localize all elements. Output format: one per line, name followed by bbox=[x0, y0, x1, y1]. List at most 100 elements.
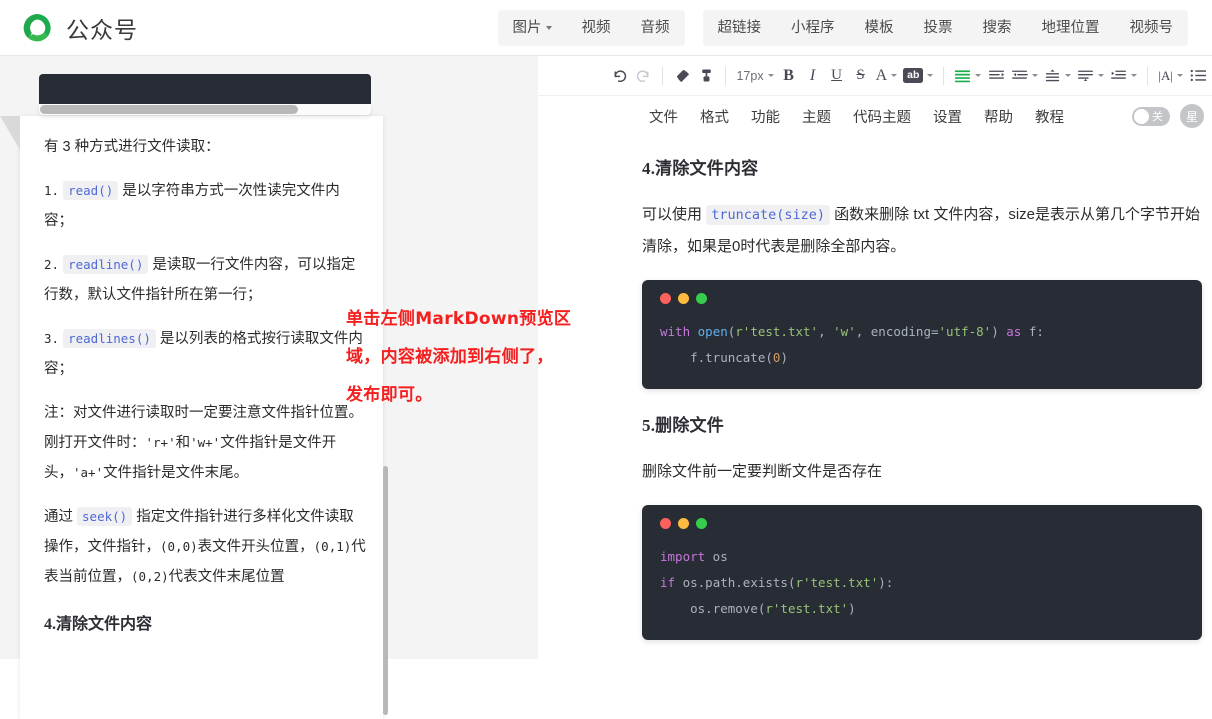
note-c: 和 bbox=[176, 435, 191, 451]
note-d: 'w+' bbox=[190, 435, 220, 450]
menu-item-search[interactable]: 搜索 bbox=[968, 10, 1027, 46]
text-indent-icon[interactable] bbox=[1107, 63, 1140, 89]
chevron-down-icon bbox=[768, 74, 774, 77]
menu-item-video[interactable]: 视频 bbox=[567, 10, 626, 46]
menu-item-audio[interactable]: 音频 bbox=[626, 10, 685, 46]
minimize-dot-icon bbox=[678, 518, 689, 529]
underline-label: U bbox=[831, 67, 842, 84]
wechat-mp-logo-icon bbox=[20, 11, 54, 45]
seek-g: (0,2) bbox=[131, 569, 169, 584]
strikethrough-button[interactable]: S bbox=[849, 63, 873, 89]
code-line: os.remove(r'test.txt') bbox=[660, 596, 1184, 622]
menu-item-tutorial[interactable]: 教程 bbox=[1024, 106, 1075, 127]
maximize-dot-icon bbox=[696, 293, 707, 304]
preview-list-item-1: 1. read() 是以字符串方式一次性读完文件内容； bbox=[44, 176, 367, 236]
note-g: 文件指针是文件末尾。 bbox=[103, 465, 248, 481]
menu-item-vote[interactable]: 投票 bbox=[909, 10, 968, 46]
line-height-icon[interactable] bbox=[1041, 63, 1074, 89]
toggle-label: 关 bbox=[1152, 108, 1163, 124]
menu-item-code-theme[interactable]: 代码主题 bbox=[842, 106, 922, 127]
list-num-2: 2. bbox=[44, 257, 59, 272]
chevron-down-icon bbox=[927, 74, 933, 77]
toolbar-divider bbox=[662, 67, 663, 85]
redo-icon[interactable] bbox=[631, 63, 655, 89]
avatar[interactable]: 星 bbox=[1180, 104, 1204, 128]
code-line: f.truncate(0) bbox=[660, 345, 1184, 371]
media-menu-group: 图片 视频 音频 bbox=[498, 10, 685, 46]
indent-increase-icon[interactable] bbox=[984, 63, 1008, 89]
code-block-1: with open(r'test.txt', 'w', encoding='ut… bbox=[642, 280, 1202, 389]
seek-code: seek() bbox=[77, 507, 132, 526]
para-1-a: 可以使用 bbox=[642, 206, 702, 223]
menu-item-format[interactable]: 格式 bbox=[689, 106, 740, 127]
dark-mode-toggle[interactable]: 关 bbox=[1132, 107, 1170, 126]
maximize-dot-icon bbox=[696, 518, 707, 529]
menu-item-help[interactable]: 帮助 bbox=[973, 106, 1024, 127]
brand: 公众号 bbox=[0, 11, 138, 45]
list-num-3: 3. bbox=[44, 331, 59, 346]
font-color-button[interactable]: A bbox=[873, 63, 901, 89]
preview-vertical-scrollbar[interactable] bbox=[383, 466, 388, 715]
letter-spacing-icon[interactable]: |A| bbox=[1155, 63, 1186, 89]
list-num-1: 1. bbox=[44, 183, 59, 198]
toggle-knob bbox=[1134, 109, 1149, 124]
menu-item-image-label: 图片 bbox=[513, 20, 542, 36]
format-brush-icon[interactable] bbox=[694, 63, 718, 89]
insert-menu-group: 超链接 小程序 模板 投票 搜索 地理位置 视频号 bbox=[703, 10, 1189, 46]
editor-menu-row: 文件 格式 功能 主题 代码主题 设置 帮助 教程 关 星 bbox=[538, 96, 1212, 136]
menu-item-location[interactable]: 地理位置 bbox=[1027, 10, 1115, 46]
chevron-down-icon bbox=[1131, 74, 1137, 77]
align-justify-icon[interactable] bbox=[951, 63, 984, 89]
underline-button[interactable]: U bbox=[825, 63, 849, 89]
annotation-line-2: 域，内容被添加到右侧了， bbox=[346, 338, 646, 376]
para-1-code: truncate(size) bbox=[706, 205, 830, 225]
italic-button[interactable]: I bbox=[801, 63, 825, 89]
codeblock-horizontal-scrollbar[interactable] bbox=[39, 104, 371, 115]
annotation-line-3: 发布即可。 bbox=[346, 376, 646, 414]
page-corner-fold bbox=[0, 116, 20, 150]
font-size-selector[interactable]: 17px bbox=[733, 63, 776, 89]
undo-icon[interactable] bbox=[607, 63, 631, 89]
preview-page[interactable]: 有 3 种方式进行文件读取： 1. read() 是以字符串方式一次性读完文件内… bbox=[20, 116, 383, 719]
menu-item-channels[interactable]: 视频号 bbox=[1115, 10, 1189, 46]
list-code-1: read() bbox=[63, 181, 118, 200]
article-paragraph-1: 可以使用 truncate(size) 函数来删除 txt 文件内容，size是… bbox=[642, 199, 1202, 262]
list-icon[interactable] bbox=[1186, 63, 1210, 89]
seek-d: 表文件开头位置， bbox=[198, 539, 314, 555]
window-dots-2 bbox=[660, 518, 1184, 529]
close-dot-icon bbox=[660, 293, 671, 304]
highlight-label: ab bbox=[903, 68, 923, 83]
brand-name: 公众号 bbox=[66, 11, 138, 45]
toolbar-divider-3 bbox=[943, 67, 944, 85]
seek-c: (0,0) bbox=[160, 539, 198, 554]
annotation-overlay: 单击左侧MarkDown预览区 域，内容被添加到右侧了， 发布即可。 bbox=[346, 300, 646, 414]
preview-body: 有 3 种方式进行文件读取： 1. read() 是以字符串方式一次性读完文件内… bbox=[20, 116, 383, 634]
menu-item-file[interactable]: 文件 bbox=[638, 106, 689, 127]
menu-item-hyperlink[interactable]: 超链接 bbox=[703, 10, 777, 46]
font-color-label: A bbox=[876, 67, 888, 85]
toolbar-divider-2 bbox=[725, 67, 726, 85]
note-f: 'a+' bbox=[73, 465, 103, 480]
menu-item-function[interactable]: 功能 bbox=[740, 106, 791, 127]
article-heading-1: 4.清除文件内容 bbox=[642, 154, 1202, 179]
chevron-down-icon bbox=[891, 74, 897, 77]
menu-item-template[interactable]: 模板 bbox=[850, 10, 909, 46]
code-line: if os.path.exists(r'test.txt'): bbox=[660, 570, 1184, 596]
chevron-down-icon bbox=[1177, 74, 1183, 77]
menu-item-settings[interactable]: 设置 bbox=[922, 106, 973, 127]
eraser-icon[interactable] bbox=[670, 63, 694, 89]
bold-button[interactable]: B bbox=[777, 63, 801, 89]
previous-codeblock-tail bbox=[39, 74, 371, 104]
minimize-dot-icon bbox=[678, 293, 689, 304]
menu-item-theme[interactable]: 主题 bbox=[791, 106, 842, 127]
indent-decrease-icon[interactable] bbox=[1008, 63, 1041, 89]
paragraph-spacing-icon[interactable] bbox=[1074, 63, 1107, 89]
menu-item-image[interactable]: 图片 bbox=[498, 10, 567, 46]
letter-spacing-label: |A| bbox=[1158, 68, 1173, 84]
highlight-button[interactable]: ab bbox=[900, 63, 936, 89]
article-heading-2: 5.删除文件 bbox=[642, 411, 1202, 436]
menu-item-miniprogram[interactable]: 小程序 bbox=[776, 10, 850, 46]
bold-label: B bbox=[783, 67, 794, 85]
italic-label: I bbox=[810, 67, 815, 85]
seek-a: 通过 bbox=[44, 509, 73, 525]
